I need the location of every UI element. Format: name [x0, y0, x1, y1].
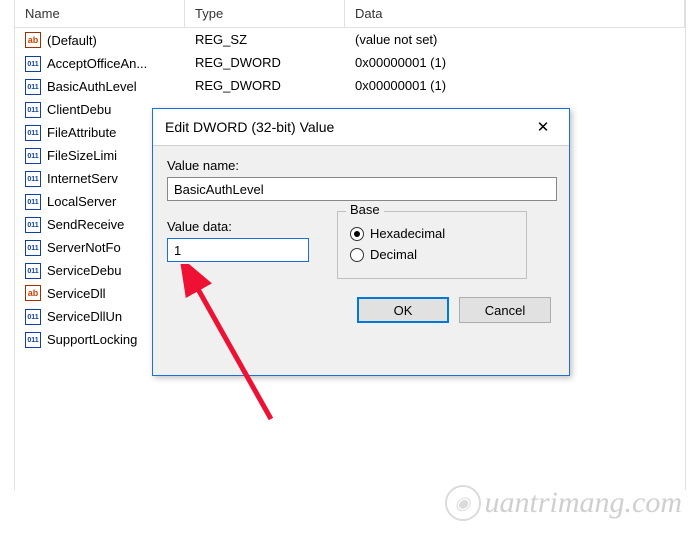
- radio-label: Decimal: [370, 247, 417, 262]
- value-data-input[interactable]: [167, 238, 309, 262]
- dialog-body: Value name: Value data: Base Hexadecimal…: [153, 146, 569, 337]
- column-header-name[interactable]: Name: [15, 0, 185, 27]
- reg-string-icon: [25, 32, 41, 48]
- value-name-label: Value name:: [167, 158, 555, 173]
- row-type: REG_DWORD: [185, 55, 345, 70]
- radio-icon: [350, 227, 364, 241]
- row-name: FileSizeLimi: [47, 148, 117, 163]
- row-name: BasicAuthLevel: [47, 79, 137, 94]
- close-icon: ✕: [537, 118, 550, 136]
- row-name: ServiceDllUn: [47, 309, 122, 324]
- close-button[interactable]: ✕: [525, 115, 561, 139]
- dialog-title: Edit DWORD (32-bit) Value: [165, 119, 334, 135]
- row-name: SendReceive: [47, 217, 124, 232]
- edit-dword-dialog: Edit DWORD (32-bit) Value ✕ Value name: …: [152, 108, 570, 376]
- table-row[interactable]: AcceptOfficeAn... REG_DWORD0x00000001 (1): [15, 51, 685, 74]
- base-legend: Base: [346, 202, 384, 217]
- radio-icon: [350, 248, 364, 262]
- reg-binary-icon: [25, 79, 41, 95]
- value-data-label: Value data:: [167, 219, 309, 234]
- dialog-titlebar[interactable]: Edit DWORD (32-bit) Value ✕: [153, 109, 569, 146]
- watermark-text: uantrimang.com: [485, 486, 683, 520]
- reg-binary-icon: [25, 148, 41, 164]
- reg-binary-icon: [25, 125, 41, 141]
- row-name: ServiceDebu: [47, 263, 121, 278]
- reg-string-icon: [25, 285, 41, 301]
- reg-binary-icon: [25, 217, 41, 233]
- table-row[interactable]: (Default) REG_SZ(value not set): [15, 28, 685, 51]
- reg-binary-icon: [25, 56, 41, 72]
- column-header-data[interactable]: Data: [345, 0, 685, 27]
- reg-binary-icon: [25, 194, 41, 210]
- watermark: ◉ uantrimang.com: [445, 485, 683, 521]
- reg-binary-icon: [25, 309, 41, 325]
- cancel-button[interactable]: Cancel: [459, 297, 551, 323]
- column-header-type[interactable]: Type: [185, 0, 345, 27]
- column-header-row: Name Type Data: [15, 0, 685, 28]
- reg-binary-icon: [25, 263, 41, 279]
- row-name: (Default): [47, 33, 97, 48]
- radio-label: Hexadecimal: [370, 226, 445, 241]
- value-name-input[interactable]: [167, 177, 557, 201]
- lightbulb-icon: ◉: [445, 485, 481, 521]
- radio-hexadecimal[interactable]: Hexadecimal: [350, 226, 514, 241]
- row-name: SupportLocking: [47, 332, 137, 347]
- ok-button[interactable]: OK: [357, 297, 449, 323]
- row-data: 0x00000001 (1): [345, 55, 685, 70]
- row-data: (value not set): [345, 32, 685, 47]
- reg-binary-icon: [25, 171, 41, 187]
- table-row[interactable]: BasicAuthLevel REG_DWORD0x00000001 (1): [15, 74, 685, 97]
- row-type: REG_SZ: [185, 32, 345, 47]
- reg-binary-icon: [25, 102, 41, 118]
- base-fieldset: Base Hexadecimal Decimal: [337, 211, 527, 279]
- reg-binary-icon: [25, 332, 41, 348]
- row-name: ClientDebu: [47, 102, 111, 117]
- row-name: LocalServer: [47, 194, 116, 209]
- row-name: ServerNotFo: [47, 240, 121, 255]
- row-name: ServiceDll: [47, 286, 106, 301]
- row-name: InternetServ: [47, 171, 118, 186]
- row-name: FileAttribute: [47, 125, 116, 140]
- radio-decimal[interactable]: Decimal: [350, 247, 514, 262]
- reg-binary-icon: [25, 240, 41, 256]
- row-data: 0x00000001 (1): [345, 78, 685, 93]
- row-name: AcceptOfficeAn...: [47, 56, 147, 71]
- row-type: REG_DWORD: [185, 78, 345, 93]
